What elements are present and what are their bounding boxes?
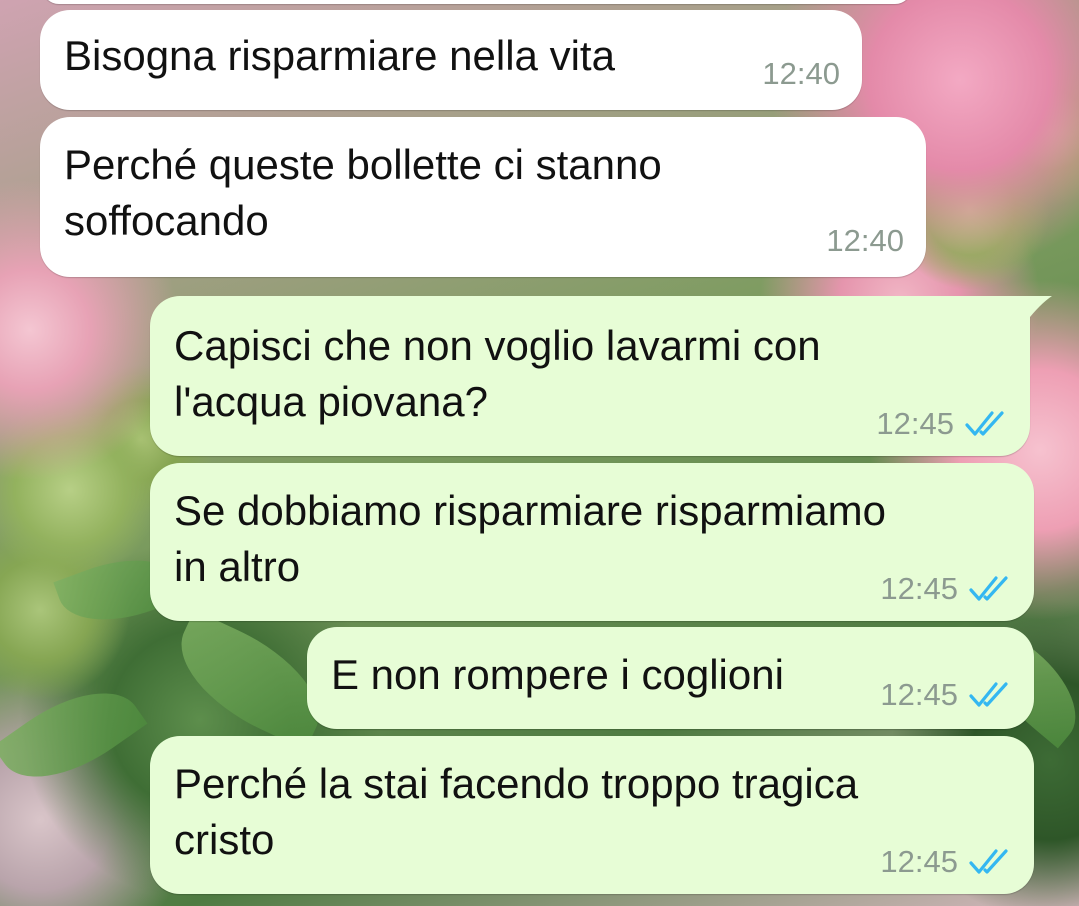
message-timestamp: 12:45	[880, 844, 958, 879]
message-timestamp: 12:40	[762, 56, 840, 91]
message-meta: 12:40	[826, 223, 904, 259]
message-bubble-outgoing[interactable]: E non rompere i coglioni 12:45	[307, 627, 1034, 729]
read-double-tick-icon	[968, 574, 1012, 604]
message-meta: 12:45	[880, 844, 1012, 880]
message-text: E non rompere i coglioni	[331, 651, 784, 698]
read-double-tick-icon	[964, 409, 1008, 439]
message-bubble-incoming[interactable]: Perché queste bollette ci stanno soffoca…	[40, 117, 926, 277]
message-timestamp: 12:45	[880, 677, 958, 712]
message-meta: 12:45	[880, 677, 1012, 713]
message-bubble-outgoing[interactable]: Perché la stai facendo troppo tragica cr…	[150, 736, 1034, 894]
message-bubble-outgoing[interactable]: Capisci che non voglio lavarmi con l'acq…	[150, 296, 1052, 456]
wallpaper-leaf	[0, 666, 148, 804]
message-meta: 12:45	[876, 406, 1008, 442]
message-meta: 12:40	[762, 56, 840, 92]
message-bubble-incoming[interactable]: Bisogna risparmiare nella vita 12:40	[40, 10, 862, 110]
message-meta: 12:45	[880, 571, 1012, 607]
message-text: Perché queste bollette ci stanno soffoca…	[64, 141, 662, 244]
bubble-tail	[1026, 296, 1052, 322]
message-timestamp: 12:45	[880, 571, 958, 606]
message-timestamp: 12:45	[876, 406, 954, 441]
message-bubble-outgoing[interactable]: Se dobbiamo risparmiare risparmiamo in a…	[150, 463, 1034, 621]
message-text: Perché la stai facendo troppo tragica cr…	[174, 760, 859, 863]
message-text: Bisogna risparmiare nella vita	[64, 32, 615, 79]
read-double-tick-icon	[968, 847, 1012, 877]
message-timestamp: 12:40	[826, 223, 904, 258]
message-text: Capisci che non voglio lavarmi con l'acq…	[174, 322, 821, 425]
message-bubble-cutoff[interactable]	[42, 0, 912, 4]
message-text: Se dobbiamo risparmiare risparmiamo in a…	[174, 487, 886, 590]
read-double-tick-icon	[968, 680, 1012, 710]
